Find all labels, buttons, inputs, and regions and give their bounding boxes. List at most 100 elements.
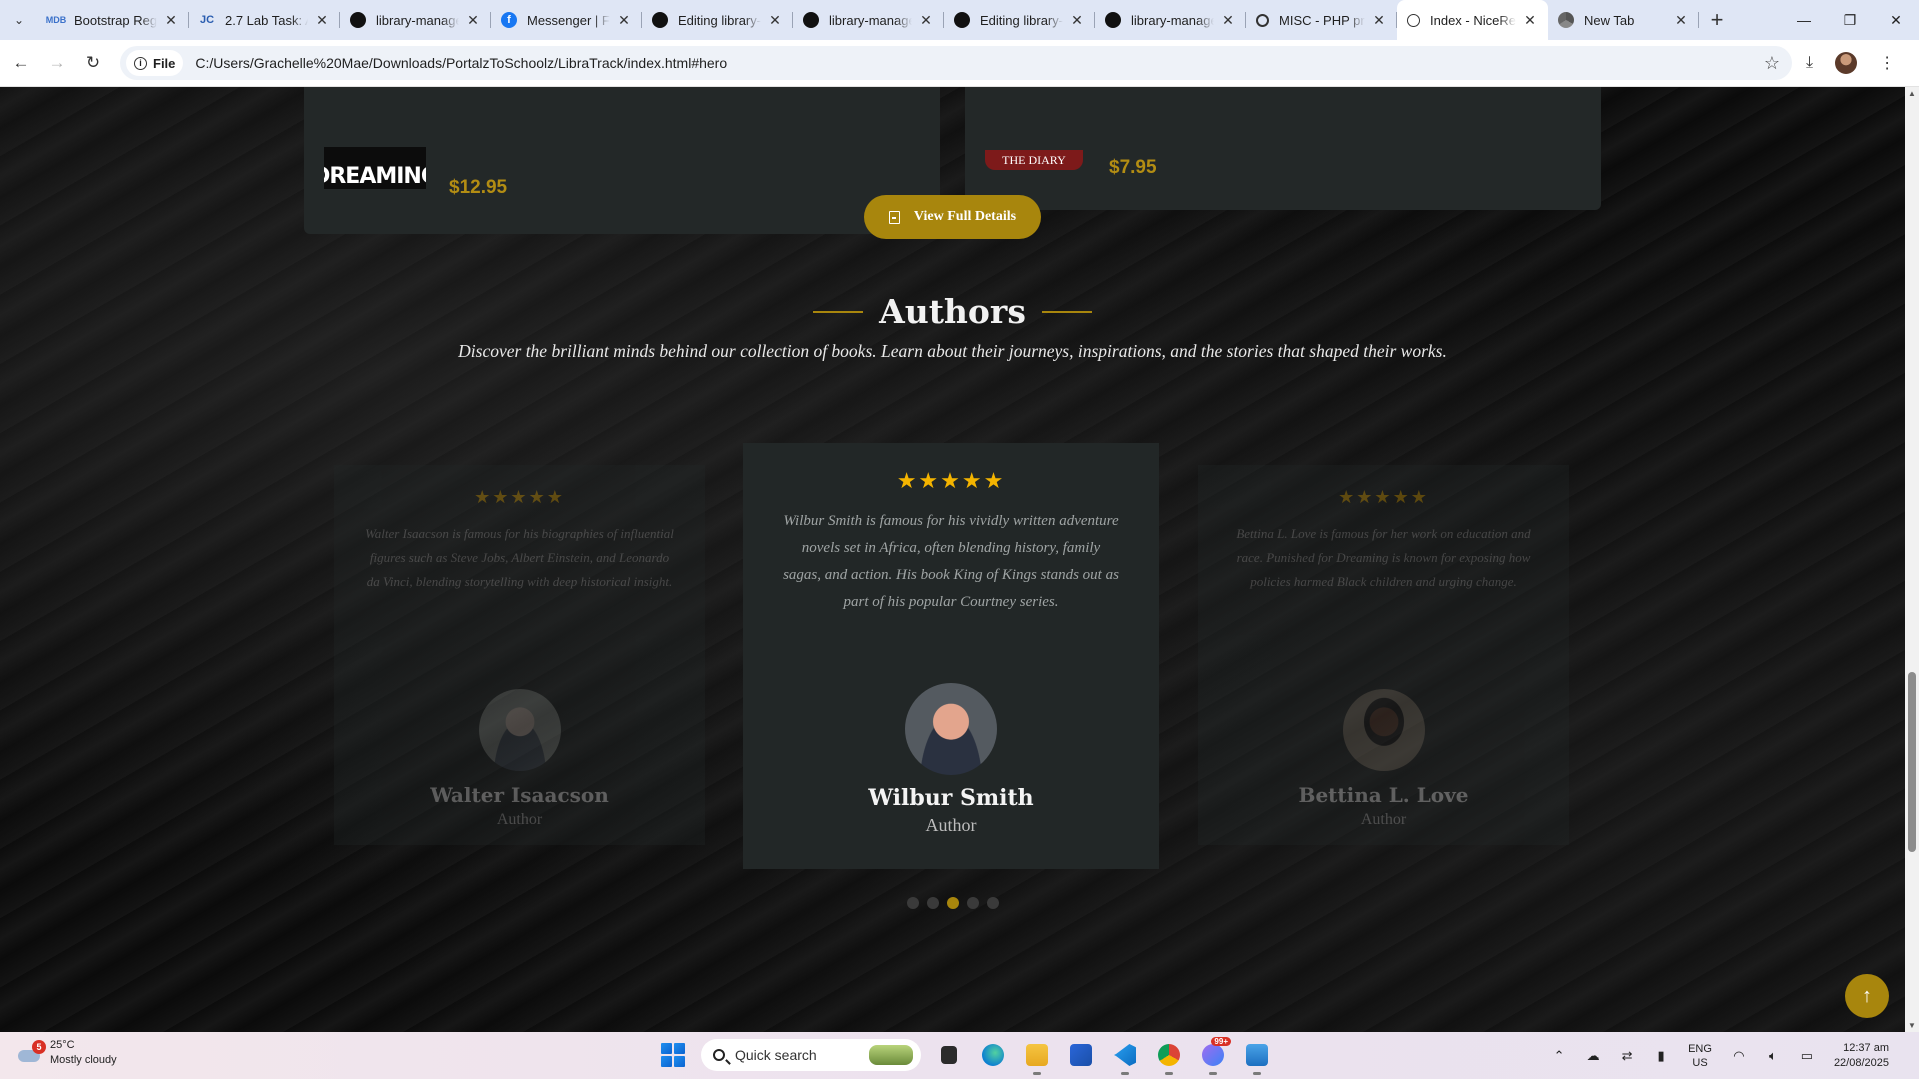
author-role: Author [1360,811,1407,828]
tab-search-icon[interactable]: ⌄ [0,0,38,40]
language-indicator[interactable]: ENG US [1688,1042,1712,1070]
tab-title: Messenger | Fa [527,12,610,28]
tab-title: Index - NiceRe [1430,12,1516,28]
close-icon[interactable]: ✕ [314,12,330,29]
edge-icon[interactable] [977,1039,1009,1071]
close-icon[interactable]: ✕ [1220,12,1236,29]
close-icon[interactable]: ✕ [616,12,632,29]
onedrive-icon[interactable]: ☁ [1584,1048,1602,1064]
scroll-down-arrow-icon[interactable]: ▼ [1908,1021,1916,1030]
address-bar[interactable]: i File C:/Users/Grachelle%20Mae/Download… [120,46,1792,80]
taskbar: 5 25°C Mostly cloudy Quick search 99+ ⌃ … [0,1032,1919,1079]
book-cover[interactable]: THE DIARY [985,150,1083,170]
vscode-icon[interactable] [1109,1039,1141,1075]
back-icon[interactable]: ← [6,48,36,78]
info-icon: i [134,56,147,70]
author-card[interactable]: ★★★★★ Walter Isaacson is famous for his … [334,465,705,845]
scroll-up-arrow-icon[interactable]: ▲ [1908,89,1916,98]
close-window-icon[interactable]: ✕ [1873,0,1919,40]
close-icon[interactable]: ✕ [465,12,481,29]
browser-tab[interactable]: New Tab ✕ [1548,0,1699,40]
language-code: ENG [1688,1042,1712,1055]
windows-start-icon[interactable] [657,1039,689,1071]
chrome-icon [1558,12,1574,28]
carousel-pagination [0,897,1905,909]
toolbar-actions: ⤓ ⋮ [1806,52,1895,74]
bookmark-star-icon[interactable]: ☆ [1764,53,1780,74]
close-icon[interactable]: ✕ [1069,12,1085,29]
network-activity-icon[interactable]: ▮ [1652,1048,1670,1064]
browser-tab[interactable]: library-manage ✕ [1095,0,1246,40]
browser-toolbar: ← → ↻ i File C:/Users/Grachelle%20Mae/Do… [0,40,1919,87]
book-cover[interactable]: DREAMING [324,147,426,189]
misc-icon [1256,13,1269,27]
author-photo [905,683,997,775]
minimize-icon[interactable]: — [1781,0,1827,40]
github-icon [954,12,970,28]
close-icon[interactable]: ✕ [918,12,934,29]
url-text[interactable]: C:/Users/Grachelle%20Mae/Downloads/Porta… [195,55,727,71]
browser-tab-active[interactable]: Index - NiceRe ✕ [1397,0,1548,40]
close-icon[interactable]: ✕ [1522,12,1538,29]
book-card[interactable]: THE DIARY $7.95 [965,87,1601,210]
page-viewport: DREAMING $12.95 THE DIARY $7.95 View Ful… [0,87,1905,1032]
close-icon[interactable]: ✕ [767,12,783,29]
browser-tab[interactable]: Editing library- ✕ [944,0,1095,40]
carousel-dot[interactable] [966,897,979,909]
menu-icon[interactable]: ⋮ [1879,53,1895,73]
chrome-icon[interactable] [1153,1039,1185,1075]
carousel-dot[interactable] [926,897,939,909]
browser-tab[interactable]: MISC - PHP pro ✕ [1246,0,1397,40]
task-view-icon[interactable] [933,1039,965,1071]
file-explorer-icon[interactable] [1021,1039,1053,1075]
page-scrollbar[interactable]: ▲ ▼ [1905,87,1919,1032]
notepad-icon[interactable] [1241,1039,1273,1075]
system-clock[interactable]: 12:37 am 22/08/2025 [1834,1041,1889,1071]
site-info-chip[interactable]: i File [126,50,184,76]
carousel-dot[interactable] [946,897,959,909]
chevron-up-icon[interactable]: ⌃ [1550,1048,1568,1064]
browser-tab[interactable]: MDB Bootstrap Regi ✕ [38,0,189,40]
battery-icon[interactable]: ▭ [1798,1048,1816,1064]
new-tab-button[interactable]: + [1699,7,1735,33]
browser-tab[interactable]: library-manage ✕ [340,0,491,40]
cloud-icon: 5 [16,1040,46,1064]
tab-title: library-manage [829,12,912,28]
close-icon[interactable]: ✕ [1371,12,1387,29]
weather-badge: 5 [32,1040,46,1054]
back-to-top-button[interactable]: ↑ [1845,974,1889,1018]
browser-tab[interactable]: f Messenger | Fa ✕ [491,0,642,40]
browser-tab[interactable]: library-manage ✕ [793,0,944,40]
store-icon[interactable] [1065,1039,1097,1071]
forward-icon[interactable]: → [42,48,72,78]
volume-icon[interactable]: 🔈︎ [1764,1048,1782,1064]
browser-tab[interactable]: Editing library- ✕ [642,0,793,40]
close-icon[interactable]: ✕ [163,12,179,29]
carousel-dot[interactable] [986,897,999,909]
system-tray: ⌃ ☁ ⇄ ▮ ENG US ◠ 🔈︎ ▭ 12:37 am 22/08/202… [1542,1032,1919,1079]
browser-tab[interactable]: JC 2.7 Lab Task: A ✕ [189,0,340,40]
close-icon[interactable]: ✕ [1673,12,1689,29]
scroll-thumb[interactable] [1908,672,1916,852]
author-card-active[interactable]: ★★★★★ Wilbur Smith is famous for his viv… [743,443,1159,869]
download-icon[interactable]: ⤓ [1806,54,1813,72]
wifi-icon[interactable]: ◠ [1730,1048,1748,1064]
restore-icon[interactable]: ❐ [1827,0,1873,40]
github-icon [652,12,668,28]
transfer-icon[interactable]: ⇄ [1618,1048,1636,1064]
book-card[interactable]: DREAMING $12.95 [304,87,940,234]
messenger-icon[interactable]: 99+ [1197,1037,1231,1075]
author-bio: Wilbur Smith is famous for his vividly w… [783,513,1119,610]
reload-icon[interactable]: ↻ [78,48,108,78]
carousel-dot[interactable] [906,897,919,909]
site-info-label: File [153,55,176,71]
author-card[interactable]: ★★★★★ Bettina L. Love is famous for her … [1198,465,1569,845]
taskbar-search[interactable]: Quick search [701,1039,921,1071]
section-subtitle: Discover the brilliant minds behind our … [458,341,1447,361]
view-full-details-button[interactable]: View Full Details [864,195,1041,239]
search-placeholder: Quick search [735,1047,817,1063]
weather-condition: Mostly cloudy [50,1054,117,1066]
lab-icon: JC [199,14,215,26]
profile-avatar[interactable] [1835,52,1858,74]
weather-widget[interactable]: 5 25°C Mostly cloudy [16,1038,117,1068]
